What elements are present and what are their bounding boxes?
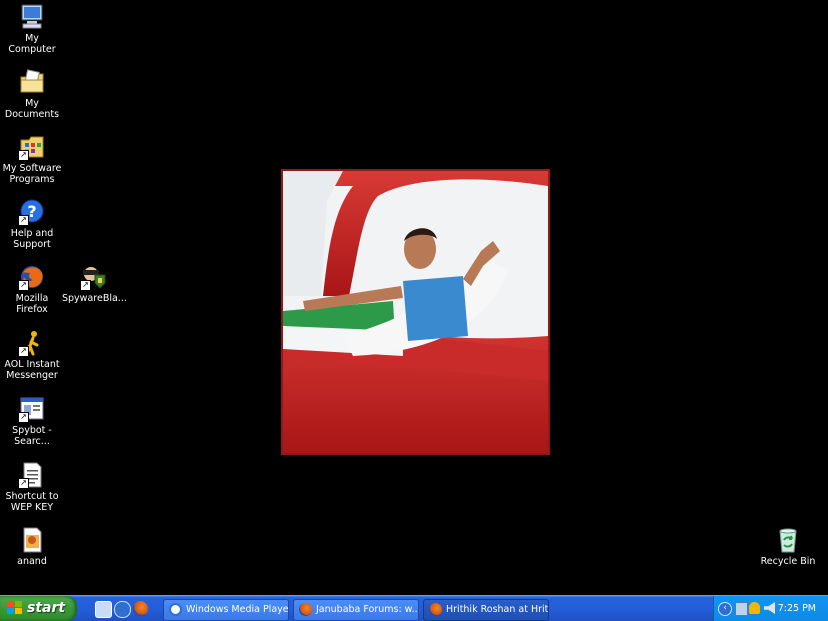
desktop-icon-label: AOL Instant Messenger — [4, 359, 60, 381]
desktop-icon-my-documents[interactable]: My Documents — [0, 68, 64, 120]
firefox-icon: ↗ — [18, 263, 46, 291]
desktop-icon-anand[interactable]: anand — [0, 526, 64, 567]
volume-icon[interactable] — [764, 602, 775, 614]
desktop-icon-help-support[interactable]: ? ↗ Help and Support — [0, 198, 64, 250]
start-label: start — [27, 600, 66, 616]
desktop-icon-label: Help and Support — [10, 228, 54, 250]
desktop: My Computer My Documents ↗ My Software P… — [0, 0, 828, 596]
desktop-icon-label: Shortcut to WEP KEY — [5, 491, 59, 513]
desktop-icon-spybot[interactable]: ↗ Spybot - Searc... — [0, 395, 64, 447]
desktop-icon-label: Spybot - Searc... — [12, 425, 52, 447]
desktop-icon-label: Recycle Bin — [760, 556, 816, 567]
task-label: Windows Media Player — [186, 604, 289, 615]
task-label: Hrithik Roshan at Hrit... — [446, 604, 549, 615]
spywareblaster-icon: ↗ — [80, 263, 108, 291]
text-file-icon: ↗ — [18, 461, 46, 489]
firefox-icon — [429, 603, 442, 616]
desktop-icon-label: SpywareBla... — [62, 293, 127, 304]
desktop-icon-label: My Computer — [8, 33, 56, 55]
software-programs-icon: ↗ — [18, 133, 46, 161]
desktop-icon-label: Mozilla Firefox — [15, 293, 49, 315]
task-button-janubaba-forums[interactable]: Janubaba Forums: w... — [293, 599, 419, 621]
desktop-icon-aim[interactable]: ↗ AOL Instant Messenger — [0, 329, 64, 381]
taskbar: start Windows Media Player Janubaba Foru… — [0, 595, 828, 621]
shortcut-arrow-icon: ↗ — [18, 412, 29, 423]
windows-flag-icon — [7, 601, 22, 614]
task-button-media-player[interactable]: Windows Media Player — [163, 599, 289, 621]
my-computer-icon — [18, 3, 46, 31]
my-documents-icon — [18, 68, 46, 96]
network-icon[interactable] — [735, 602, 748, 616]
task-label: Janubaba Forums: w... — [316, 604, 419, 615]
help-support-icon: ? ↗ — [18, 198, 46, 226]
desktop-icon-wep-key[interactable]: ↗ Shortcut to WEP KEY — [0, 461, 64, 513]
desktop-icon-label: anand — [17, 556, 47, 567]
spybot-icon: ↗ — [18, 395, 46, 423]
desktop-icon-label: My Documents — [4, 98, 60, 120]
system-tray: ‹ 7:25 PM — [713, 596, 828, 621]
start-button[interactable]: start — [0, 596, 77, 621]
show-desktop-icon[interactable] — [95, 601, 112, 618]
desktop-icon-software-programs[interactable]: ↗ My Software Programs — [0, 133, 64, 185]
desktop-icon-recycle-bin[interactable]: Recycle Bin — [756, 526, 820, 567]
shortcut-arrow-icon: ↗ — [18, 346, 29, 357]
expand-tray-icon[interactable]: ‹ — [718, 602, 732, 616]
image-file-icon — [18, 526, 46, 554]
shortcut-arrow-icon: ↗ — [18, 478, 29, 489]
aim-icon: ↗ — [18, 329, 46, 357]
firefox-icon — [299, 603, 312, 616]
aim-tray-icon[interactable] — [749, 602, 760, 614]
wallpaper-photo — [281, 169, 550, 455]
task-button-hrithik-roshan[interactable]: Hrithik Roshan at Hrit... — [423, 599, 549, 621]
clock[interactable]: 7:25 PM — [778, 596, 816, 621]
shortcut-arrow-icon: ↗ — [18, 280, 29, 291]
desktop-icon-my-computer[interactable]: My Computer — [0, 3, 64, 55]
media-player-icon — [169, 603, 182, 616]
desktop-icon-firefox[interactable]: ↗ Mozilla Firefox — [0, 263, 64, 315]
media-player-icon[interactable] — [114, 601, 131, 618]
desktop-icon-label: My Software Programs — [2, 163, 62, 185]
shortcut-arrow-icon: ↗ — [18, 215, 29, 226]
shortcut-arrow-icon: ↗ — [80, 280, 91, 291]
recycle-bin-icon — [774, 526, 802, 554]
shortcut-arrow-icon: ↗ — [18, 150, 29, 161]
desktop-icon-spywareblaster[interactable]: ↗ SpywareBla... — [62, 263, 127, 304]
firefox-icon[interactable] — [133, 601, 148, 616]
